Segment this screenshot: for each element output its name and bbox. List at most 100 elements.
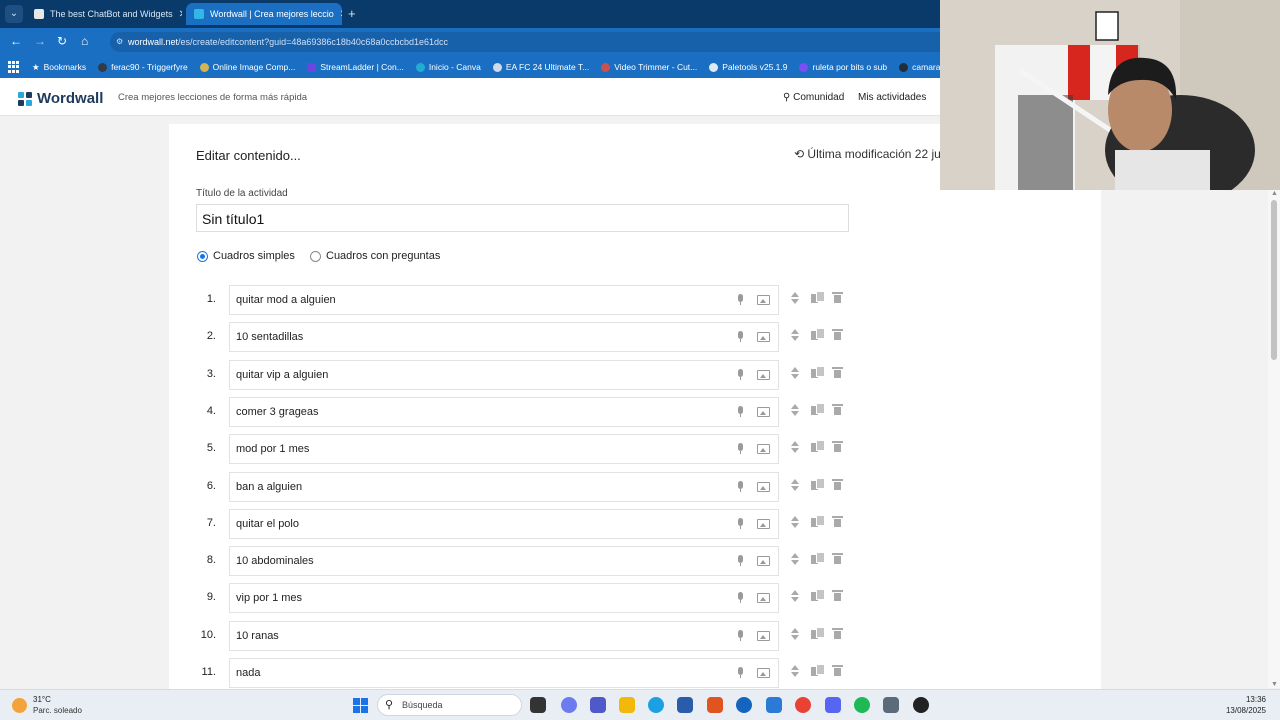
trash-icon[interactable] [832, 627, 843, 639]
item-text-input[interactable]: 10 ranas [229, 620, 779, 651]
reorder-icon[interactable] [791, 589, 800, 605]
reorder-icon[interactable] [791, 664, 800, 680]
trash-icon[interactable] [832, 329, 843, 341]
microphone-icon[interactable] [736, 480, 744, 493]
scroll-down-icon[interactable]: ▼ [1271, 681, 1278, 688]
page-scrollbar[interactable]: ▲ ▼ [1268, 190, 1280, 688]
item-text-input[interactable]: quitar mod a alguien [229, 285, 779, 315]
image-icon[interactable] [757, 481, 770, 492]
duplicate-icon[interactable] [811, 328, 825, 341]
community-link[interactable]: ⚲ Comunidad [783, 92, 844, 103]
trash-icon[interactable] [832, 478, 843, 490]
bookmark-item[interactable]: ruleta por bits o sub [799, 62, 887, 72]
back-icon[interactable]: ← [10, 34, 22, 48]
file-explorer-icon[interactable] [619, 697, 635, 713]
duplicate-icon[interactable] [811, 291, 825, 304]
reorder-icon[interactable] [791, 552, 800, 568]
item-text-input[interactable]: comer 3 grageas [229, 396, 779, 427]
task-view-icon[interactable] [530, 697, 546, 713]
store-icon[interactable] [677, 697, 693, 713]
item-text-input[interactable]: quitar el polo [229, 508, 779, 539]
photos-icon[interactable] [766, 697, 782, 713]
reorder-icon[interactable] [791, 627, 800, 643]
tab-chatbot[interactable]: The best ChatBot and Widgets ✕ [26, 3, 182, 25]
windows-start-icon[interactable] [353, 698, 368, 713]
reorder-icon[interactable] [791, 328, 800, 344]
taskbar-time[interactable]: 13:36 [1244, 695, 1266, 704]
game-icon[interactable] [707, 697, 723, 713]
trash-icon[interactable] [832, 366, 843, 378]
trash-icon[interactable] [832, 665, 843, 676]
bookmark-item[interactable]: Online Image Comp... [199, 62, 295, 72]
microphone-icon[interactable] [736, 629, 744, 642]
tab-wordwall[interactable]: Wordwall | Crea mejores leccio ✕ [186, 3, 342, 25]
reorder-icon[interactable] [791, 440, 800, 456]
duplicate-icon[interactable] [811, 514, 825, 528]
microphone-icon[interactable] [736, 667, 744, 679]
item-text-input[interactable]: vip por 1 mes [229, 583, 779, 614]
scroll-thumb[interactable] [1271, 200, 1277, 360]
wordwall-logo[interactable]: Wordwall [18, 90, 103, 107]
trash-icon[interactable] [832, 441, 843, 453]
spotify-icon[interactable] [854, 697, 870, 713]
item-text-input[interactable]: ban a alguien [229, 471, 779, 502]
taskbar-search[interactable]: ⚲ Búsqueda [377, 694, 522, 716]
new-tab-button[interactable]: + [348, 6, 356, 21]
item-text-input[interactable]: nada [229, 658, 779, 688]
trash-icon[interactable] [832, 403, 843, 415]
image-icon[interactable] [757, 406, 770, 417]
chrome-icon[interactable] [795, 697, 811, 713]
my-activities-link[interactable]: Mis actividades [858, 92, 926, 103]
item-text-input[interactable]: 10 sentadillas [229, 322, 779, 353]
image-icon[interactable] [757, 444, 770, 455]
bookmark-item[interactable]: Inicio - Canva [415, 62, 481, 72]
duplicate-icon[interactable] [811, 402, 825, 416]
trash-icon[interactable] [832, 553, 843, 565]
radio-unchecked-icon[interactable] [310, 250, 321, 262]
bookmark-item[interactable]: Paletools v25.1.9 [709, 62, 787, 72]
bookmark-item[interactable]: EA FC 24 Ultimate T... [492, 62, 589, 72]
duplicate-icon[interactable] [811, 552, 825, 565]
discord-icon[interactable] [825, 697, 841, 713]
scroll-up-icon[interactable]: ▲ [1271, 190, 1278, 197]
reorder-icon[interactable] [791, 403, 800, 419]
forward-icon[interactable]: → [34, 34, 46, 48]
duplicate-icon[interactable] [811, 365, 825, 379]
image-icon[interactable] [757, 668, 770, 678]
reload-icon[interactable]: ↻ [57, 34, 67, 48]
bookmark-item[interactable]: Video Trimmer - Cut... [601, 62, 697, 72]
duplicate-icon[interactable] [811, 440, 825, 453]
obs-icon[interactable] [913, 697, 929, 713]
microphone-icon[interactable] [736, 555, 744, 567]
microphone-icon[interactable] [736, 517, 744, 530]
close-icon[interactable]: ✕ [334, 9, 342, 20]
radio-simple-boxes[interactable]: Cuadros simples [197, 250, 295, 262]
reorder-icon[interactable] [791, 515, 800, 531]
image-icon[interactable] [757, 630, 770, 641]
bookmark-item[interactable]: ★ Bookmarks [32, 62, 86, 73]
microphone-icon[interactable] [736, 294, 744, 306]
bookmark-item[interactable]: ferac90 - Triggerfyre [98, 62, 188, 72]
duplicate-icon[interactable] [811, 589, 825, 602]
image-icon[interactable] [757, 556, 770, 567]
copilot-icon[interactable] [561, 697, 577, 713]
microphone-icon[interactable] [736, 368, 744, 381]
trash-icon[interactable] [832, 292, 843, 303]
settings-icon[interactable] [883, 697, 899, 713]
tab-search-button[interactable]: ⌄ [5, 5, 23, 23]
radio-checked-icon[interactable] [197, 250, 208, 262]
apps-grid-icon[interactable] [8, 61, 20, 73]
microphone-icon[interactable] [736, 405, 744, 418]
edge-icon[interactable] [648, 697, 664, 713]
last-modified-link[interactable]: ⟲ Última modificación 22 jun [794, 147, 947, 161]
close-icon[interactable]: ✕ [173, 9, 182, 20]
image-icon[interactable] [757, 518, 770, 529]
site-info-icon[interactable]: ⚙ [116, 32, 123, 52]
item-text-input[interactable]: 10 abdominales [229, 546, 779, 577]
reorder-icon[interactable] [791, 291, 800, 307]
activity-title-input[interactable]: Sin título1 [196, 204, 849, 232]
microphone-icon[interactable] [736, 331, 744, 343]
microphone-icon[interactable] [736, 592, 744, 604]
image-icon[interactable] [757, 593, 770, 604]
image-icon[interactable] [757, 369, 770, 380]
